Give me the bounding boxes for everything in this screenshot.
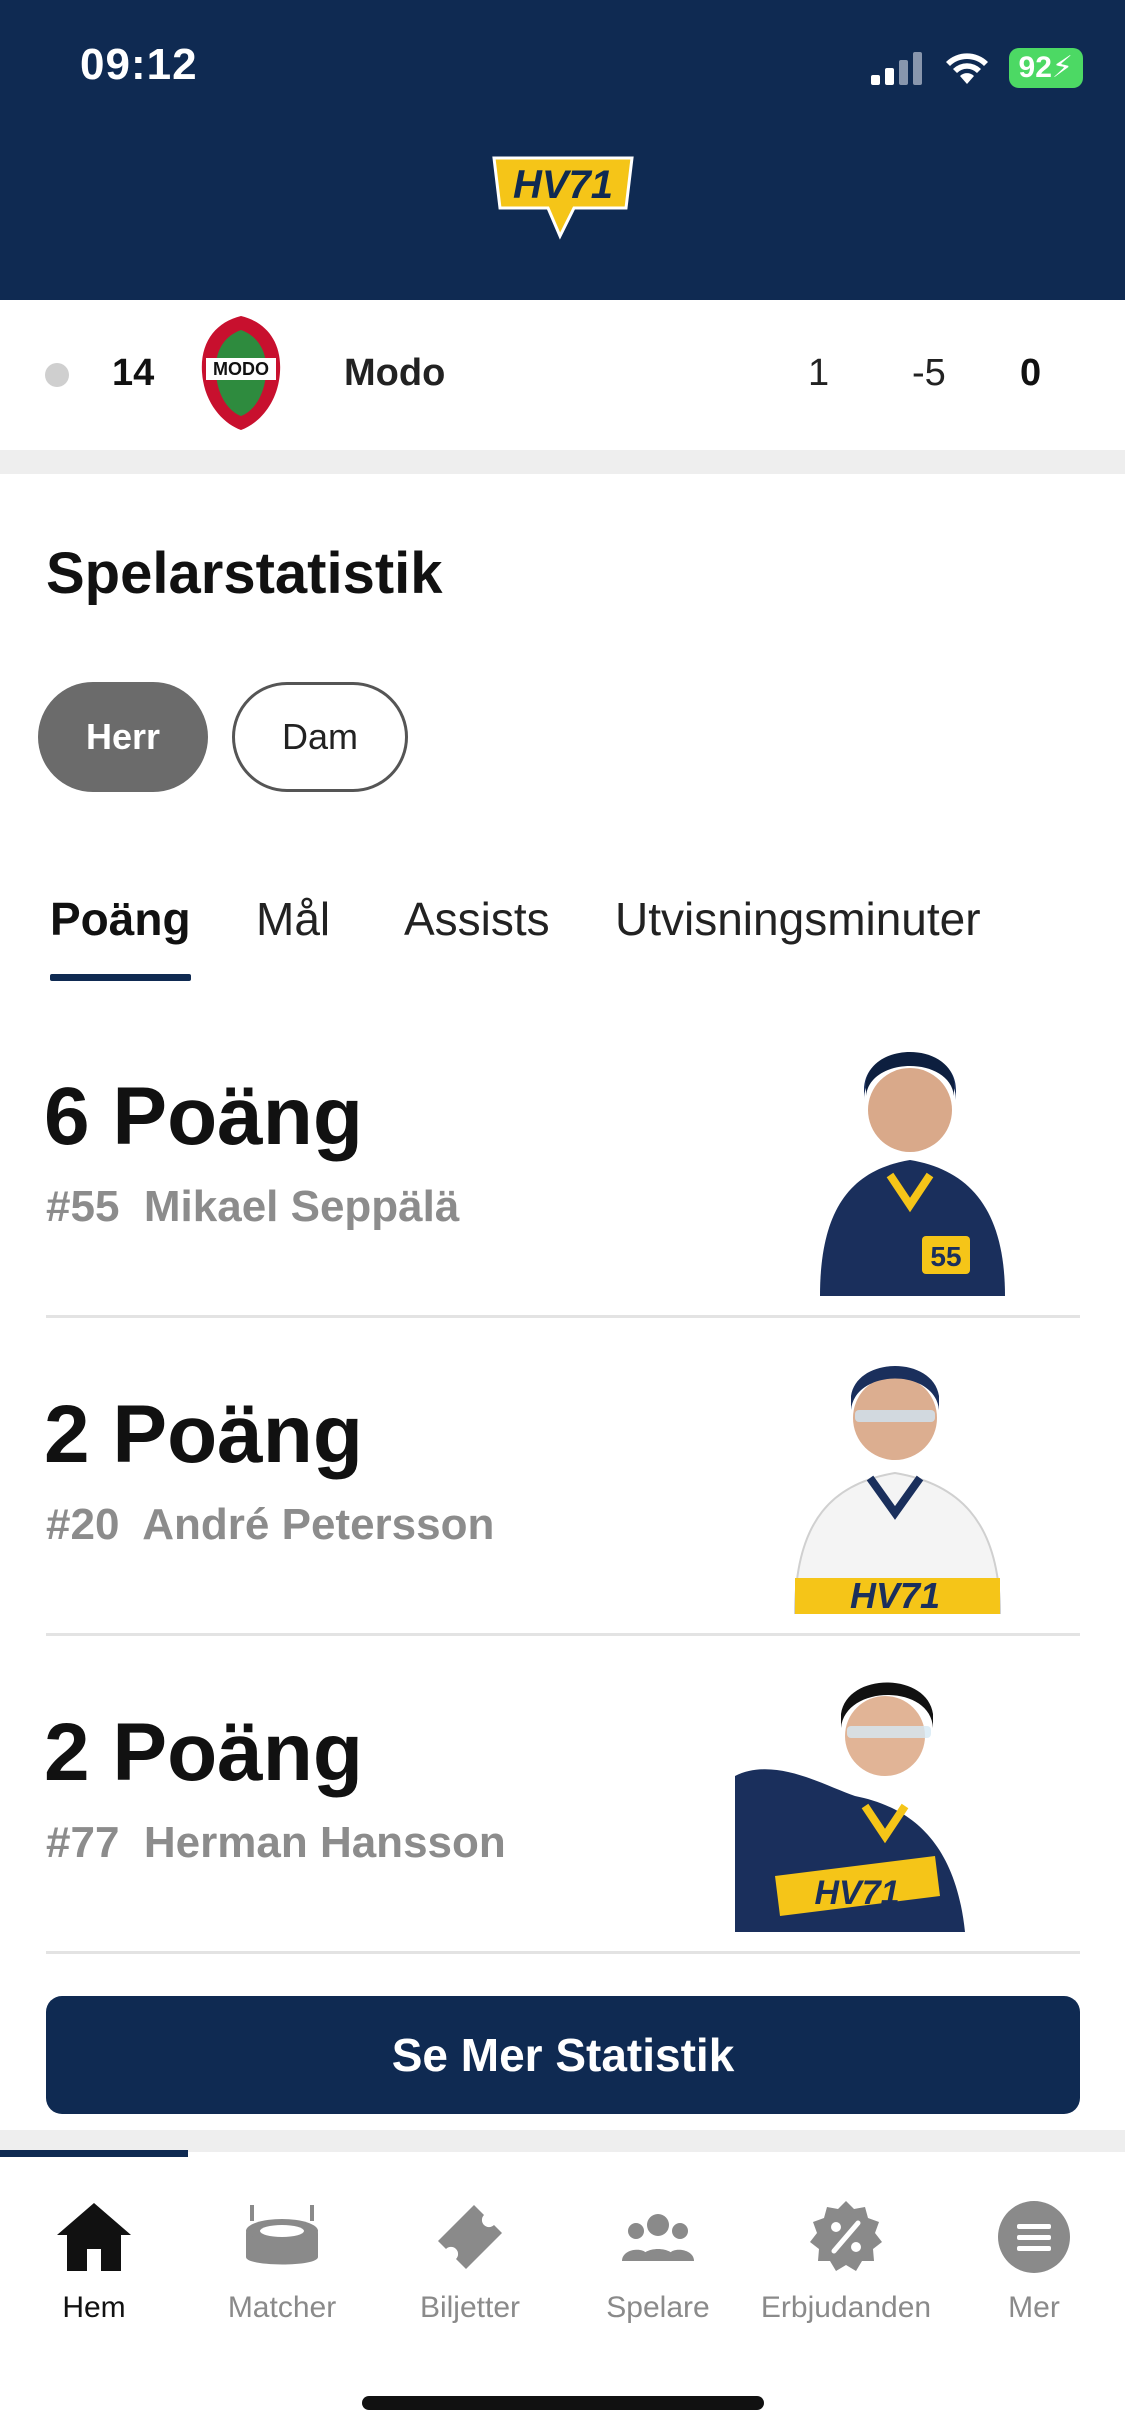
percent-badge-icon bbox=[803, 2197, 889, 2277]
nav-active-indicator bbox=[0, 2150, 188, 2157]
nav-item-mer[interactable]: Mer bbox=[940, 2197, 1125, 2337]
tab-poang[interactable]: Poäng bbox=[50, 892, 191, 946]
home-icon bbox=[51, 2197, 137, 2277]
nav-label: Mer bbox=[1008, 2291, 1060, 2324]
app-header: 09:12 92⚡ HV71 bbox=[0, 0, 1125, 300]
svg-text:MODO: MODO bbox=[213, 359, 269, 379]
player-row[interactable]: 6 Poäng #55 Mikael Seppälä 55 bbox=[0, 1000, 1125, 1318]
players-icon bbox=[615, 2197, 701, 2277]
home-indicator[interactable] bbox=[362, 2396, 764, 2410]
player-number: #55 bbox=[46, 1182, 120, 1231]
bottom-nav: Hem Matcher Biljetter Spelare Erbjudande… bbox=[0, 2157, 1125, 2436]
svg-text:55: 55 bbox=[930, 1241, 961, 1272]
arena-icon bbox=[239, 2197, 325, 2277]
filter-herr-button[interactable]: Herr bbox=[38, 682, 208, 792]
player-number: #20 bbox=[46, 1500, 120, 1549]
ticket-icon bbox=[427, 2197, 513, 2277]
player-name: André Petersson bbox=[142, 1500, 495, 1549]
player-photo: HV71 bbox=[735, 1682, 965, 1932]
goal-difference: -5 bbox=[912, 352, 946, 394]
nav-item-erbjudanden[interactable]: Erbjudanden bbox=[752, 2197, 940, 2337]
nav-label: Biljetter bbox=[419, 2291, 521, 2324]
player-row[interactable]: 2 Poäng #20 André Petersson HV71 bbox=[0, 1318, 1125, 1636]
player-info: #55 Mikael Seppälä bbox=[46, 1182, 459, 1232]
player-number: #77 bbox=[46, 1818, 120, 1867]
nav-item-matcher[interactable]: Matcher bbox=[188, 2197, 376, 2337]
see-more-stats-button[interactable]: Se Mer Statistik bbox=[46, 1996, 1080, 2114]
svg-text:HV71: HV71 bbox=[850, 1575, 940, 1614]
player-info: #77 Herman Hansson bbox=[46, 1818, 506, 1868]
nav-divider bbox=[0, 2130, 1125, 2152]
nav-label: Erbjudanden bbox=[760, 2291, 932, 2324]
player-points: 2 Poäng bbox=[44, 1707, 363, 1798]
wifi-icon bbox=[945, 53, 988, 84]
player-photo: 55 bbox=[820, 1052, 1005, 1296]
section-title: Spelarstatistik bbox=[46, 541, 443, 606]
status-icons: 92⚡ bbox=[870, 48, 1083, 88]
player-points: 6 Poäng bbox=[44, 1071, 363, 1162]
nav-label: Hem bbox=[62, 2291, 126, 2324]
row-divider bbox=[46, 1951, 1080, 1954]
nav-label: Matcher bbox=[227, 2291, 337, 2324]
team-name: Modo bbox=[344, 352, 446, 394]
menu-icon bbox=[991, 2197, 1077, 2277]
standings-rank: 14 bbox=[112, 352, 155, 394]
tab-mal[interactable]: Mål bbox=[256, 892, 330, 946]
stat-tabs: Poäng Mål Assists Utvisningsminuter bbox=[0, 880, 1125, 990]
player-name: Mikael Seppälä bbox=[143, 1182, 460, 1231]
svg-text:HV71: HV71 bbox=[814, 1874, 899, 1912]
player-points: 2 Poäng bbox=[44, 1389, 363, 1480]
battery-indicator: 92⚡ bbox=[1008, 48, 1083, 88]
active-tab-indicator bbox=[50, 974, 191, 981]
hv71-logo[interactable]: HV71 bbox=[488, 152, 638, 242]
section-divider bbox=[0, 450, 1125, 474]
nav-item-biljetter[interactable]: Biljetter bbox=[376, 2197, 564, 2337]
standings-row[interactable]: 14 MODO Modo 1 -5 0 bbox=[0, 300, 1125, 450]
signal-icon bbox=[870, 52, 922, 85]
nav-item-spelare[interactable]: Spelare bbox=[564, 2197, 752, 2337]
player-photo: HV71 bbox=[793, 1366, 1002, 1614]
status-time: 09:12 bbox=[80, 40, 198, 89]
modo-logo: MODO bbox=[201, 316, 281, 430]
nav-label: Spelare bbox=[606, 2291, 710, 2324]
nav-item-hem[interactable]: Hem bbox=[0, 2197, 188, 2337]
svg-text:HV71: HV71 bbox=[513, 163, 613, 207]
player-info: #20 André Petersson bbox=[46, 1500, 494, 1550]
player-row[interactable]: 2 Poäng #77 Herman Hansson HV71 bbox=[0, 1636, 1125, 1954]
tab-utvisningsminuter[interactable]: Utvisningsminuter bbox=[615, 892, 981, 946]
status-dot bbox=[45, 363, 69, 387]
games-played: 1 bbox=[808, 352, 830, 394]
filter-dam-button[interactable]: Dam bbox=[232, 682, 408, 792]
team-points: 0 bbox=[1020, 352, 1042, 394]
player-name: Herman Hansson bbox=[143, 1818, 506, 1867]
tab-assists[interactable]: Assists bbox=[404, 892, 550, 946]
